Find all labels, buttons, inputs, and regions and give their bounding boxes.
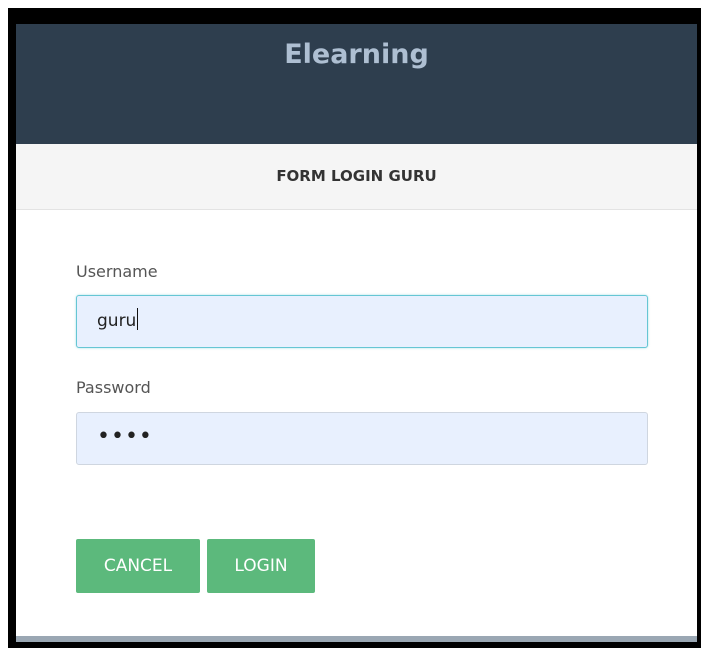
username-value: guru — [97, 311, 137, 331]
app-header: Elearning — [16, 24, 697, 144]
form-header: FORM LOGIN GURU — [16, 144, 697, 210]
cancel-button[interactable]: CANCEL — [76, 539, 200, 593]
password-label: Password — [76, 378, 151, 397]
username-label: Username — [76, 262, 158, 281]
password-masked-value: •••• — [97, 424, 153, 449]
form-title: FORM LOGIN GURU — [276, 167, 437, 185]
username-input[interactable]: guru — [76, 295, 648, 348]
password-input[interactable]: •••• — [76, 412, 648, 465]
app-title: Elearning — [284, 39, 429, 70]
text-cursor — [137, 308, 139, 330]
login-page: Elearning FORM LOGIN GURU Username guru … — [16, 24, 697, 642]
card-bottom-border — [16, 636, 697, 642]
login-button[interactable]: LOGIN — [207, 539, 315, 593]
